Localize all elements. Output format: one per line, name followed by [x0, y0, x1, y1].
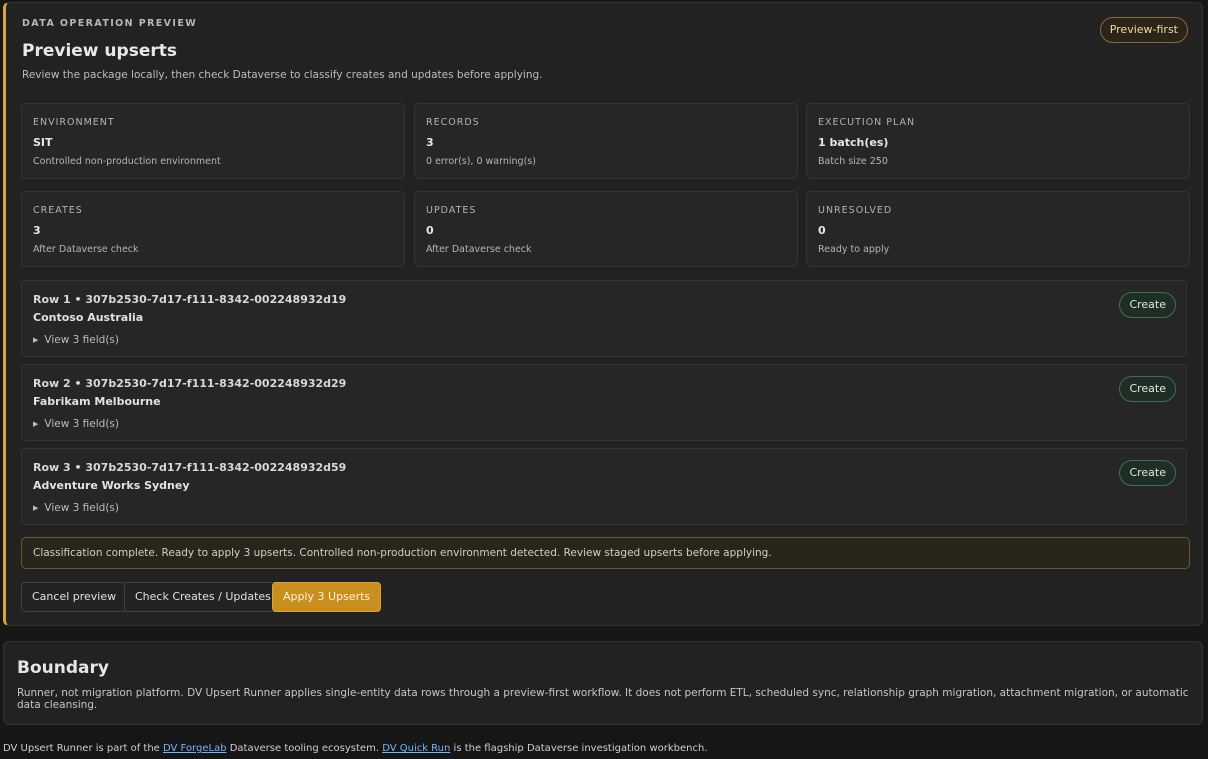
stat-sub: After Dataverse check	[426, 244, 532, 255]
stat-sub: Controlled non-production environment	[33, 156, 221, 167]
stat-sub: Ready to apply	[818, 244, 890, 255]
panel-eyebrow: DATA OPERATION PREVIEW	[22, 18, 198, 29]
view-fields-label: View 3 field(s)	[44, 334, 119, 346]
row-heading: Row 1 • 307b2530-7d17-f111-8342-00224893…	[33, 293, 347, 306]
stat-environment: ENVIRONMENT SIT Controlled non-productio…	[21, 103, 405, 179]
stat-sub: 0 error(s), 0 warning(s)	[426, 156, 536, 167]
view-fields-toggle[interactable]: ▶ View 3 field(s)	[33, 334, 119, 346]
stat-value: 0	[818, 224, 826, 237]
record-row: Row 2 • 307b2530-7d17-f111-8342-00224893…	[21, 364, 1187, 441]
stat-sub: After Dataverse check	[33, 244, 139, 255]
boundary-title: Boundary	[17, 658, 109, 678]
status-notice: Classification complete. Ready to apply …	[21, 537, 1190, 569]
cancel-preview-button[interactable]: Cancel preview	[21, 582, 128, 612]
stat-label: EXECUTION PLAN	[818, 117, 916, 128]
preview-panel: DATA OPERATION PREVIEW Preview upserts R…	[3, 2, 1203, 626]
stat-execution-plan: EXECUTION PLAN 1 batch(es) Batch size 25…	[806, 103, 1190, 179]
stat-label: ENVIRONMENT	[33, 117, 115, 128]
footer: DV Upsert Runner is part of the DV Forge…	[3, 743, 708, 754]
view-fields-label: View 3 field(s)	[44, 502, 119, 514]
boundary-text: Runner, not migration platform. DV Upser…	[17, 687, 1189, 711]
stat-value: SIT	[33, 136, 53, 149]
stat-records: RECORDS 3 0 error(s), 0 warning(s)	[414, 103, 798, 179]
page-title: Preview upserts	[22, 41, 177, 61]
stat-value: 3	[33, 224, 41, 237]
disclosure-triangle-icon: ▶	[33, 504, 39, 512]
create-badge: Create	[1119, 460, 1176, 486]
stat-unresolved: UNRESOLVED 0 Ready to apply	[806, 191, 1190, 267]
stat-updates: UPDATES 0 After Dataverse check	[414, 191, 798, 267]
mode-badge: Preview-first	[1099, 17, 1188, 43]
row-heading: Row 3 • 307b2530-7d17-f111-8342-00224893…	[33, 461, 347, 474]
stat-creates: CREATES 3 After Dataverse check	[21, 191, 405, 267]
stat-sub: Batch size 250	[818, 156, 888, 167]
boundary-panel: Boundary Runner, not migration platform.…	[3, 641, 1203, 725]
create-badge: Create	[1119, 376, 1176, 402]
stat-label: UNRESOLVED	[818, 205, 893, 216]
footer-text: is the flagship Dataverse investigation …	[450, 743, 708, 754]
stat-value: 1 batch(es)	[818, 136, 889, 149]
record-row: Row 1 • 307b2530-7d17-f111-8342-00224893…	[21, 280, 1187, 357]
row-name: Fabrikam Melbourne	[33, 395, 161, 408]
view-fields-toggle[interactable]: ▶ View 3 field(s)	[33, 418, 119, 430]
stat-label: RECORDS	[426, 117, 480, 128]
apply-upserts-button[interactable]: Apply 3 Upserts	[272, 582, 382, 612]
stat-value: 0	[426, 224, 434, 237]
record-row: Row 3 • 307b2530-7d17-f111-8342-00224893…	[21, 448, 1187, 525]
stat-label: CREATES	[33, 205, 83, 216]
disclosure-triangle-icon: ▶	[33, 420, 39, 428]
view-fields-label: View 3 field(s)	[44, 418, 119, 430]
page-subtitle: Review the package locally, then check D…	[22, 69, 543, 81]
footer-text: Dataverse tooling ecosystem.	[226, 743, 383, 754]
check-creates-updates-button[interactable]: Check Creates / Updates	[124, 582, 282, 612]
create-badge: Create	[1119, 292, 1176, 318]
disclosure-triangle-icon: ▶	[33, 336, 39, 344]
row-heading: Row 2 • 307b2530-7d17-f111-8342-00224893…	[33, 377, 347, 390]
row-name: Adventure Works Sydney	[33, 479, 190, 492]
view-fields-toggle[interactable]: ▶ View 3 field(s)	[33, 502, 119, 514]
stat-value: 3	[426, 136, 434, 149]
dv-quick-run-link[interactable]: DV Quick Run	[382, 743, 450, 754]
footer-text: DV Upsert Runner is part of the	[3, 743, 163, 754]
dv-forgelab-link[interactable]: DV ForgeLab	[163, 743, 227, 754]
row-name: Contoso Australia	[33, 311, 144, 324]
stat-label: UPDATES	[426, 205, 477, 216]
